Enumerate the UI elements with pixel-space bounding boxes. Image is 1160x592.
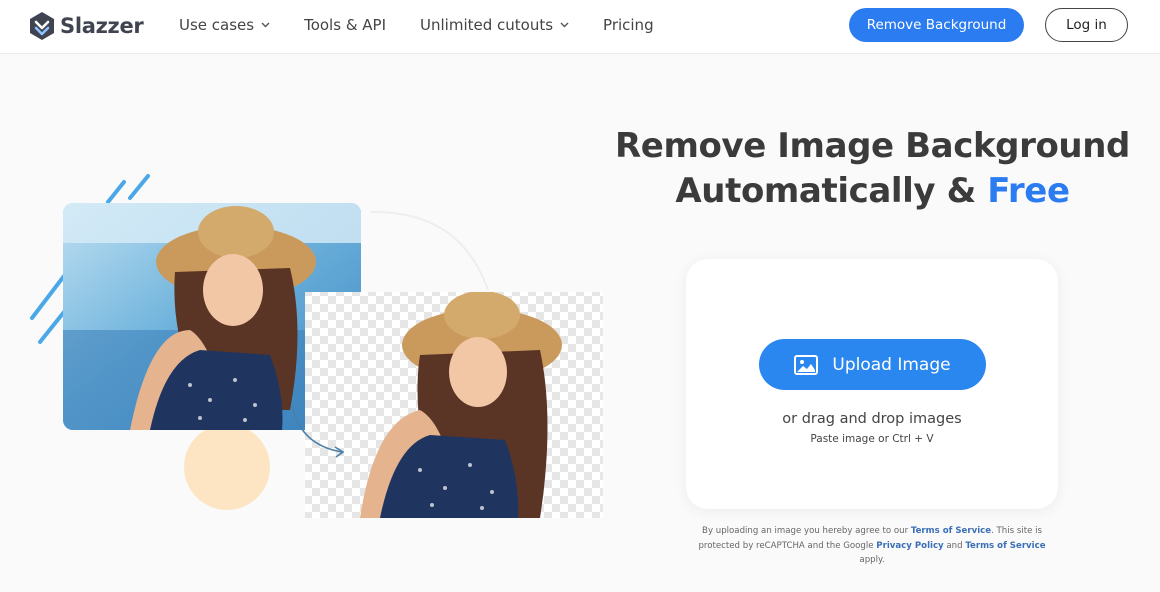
hero-illustration xyxy=(30,174,603,518)
terms-of-service-link[interactable]: Terms of Service xyxy=(911,526,991,536)
upload-button-label: Upload Image xyxy=(832,354,951,375)
privacy-policy-link[interactable]: Privacy Policy xyxy=(876,541,943,551)
cutout-preview xyxy=(305,292,603,518)
legal-text: apply. xyxy=(859,555,885,565)
upload-image-button[interactable]: Upload Image xyxy=(759,339,986,390)
hero-title-line1: Remove Image Background xyxy=(615,126,1130,166)
drag-drop-text: or drag and drop images xyxy=(782,411,962,427)
login-button[interactable]: Log in xyxy=(1045,8,1128,42)
legal-notice: By uploading an image you hereby agree t… xyxy=(686,524,1058,568)
upload-dropzone[interactable]: Upload Image or drag and drop images Pas… xyxy=(686,259,1058,509)
legal-text: By uploading an image you hereby agree t… xyxy=(702,526,909,536)
hero-title: Remove Image Background Automatically & … xyxy=(600,124,1145,214)
legal-text: and xyxy=(946,540,963,551)
image-icon xyxy=(794,354,819,375)
hero-title-line2: Automatically & xyxy=(675,171,976,211)
hero-title-accent: Free xyxy=(987,171,1070,211)
decorative-circle xyxy=(184,424,270,510)
terms-of-service-link-2[interactable]: Terms of Service xyxy=(965,541,1045,551)
remove-background-button[interactable]: Remove Background xyxy=(849,8,1024,42)
paste-hint-text: Paste image or Ctrl + V xyxy=(810,433,934,445)
